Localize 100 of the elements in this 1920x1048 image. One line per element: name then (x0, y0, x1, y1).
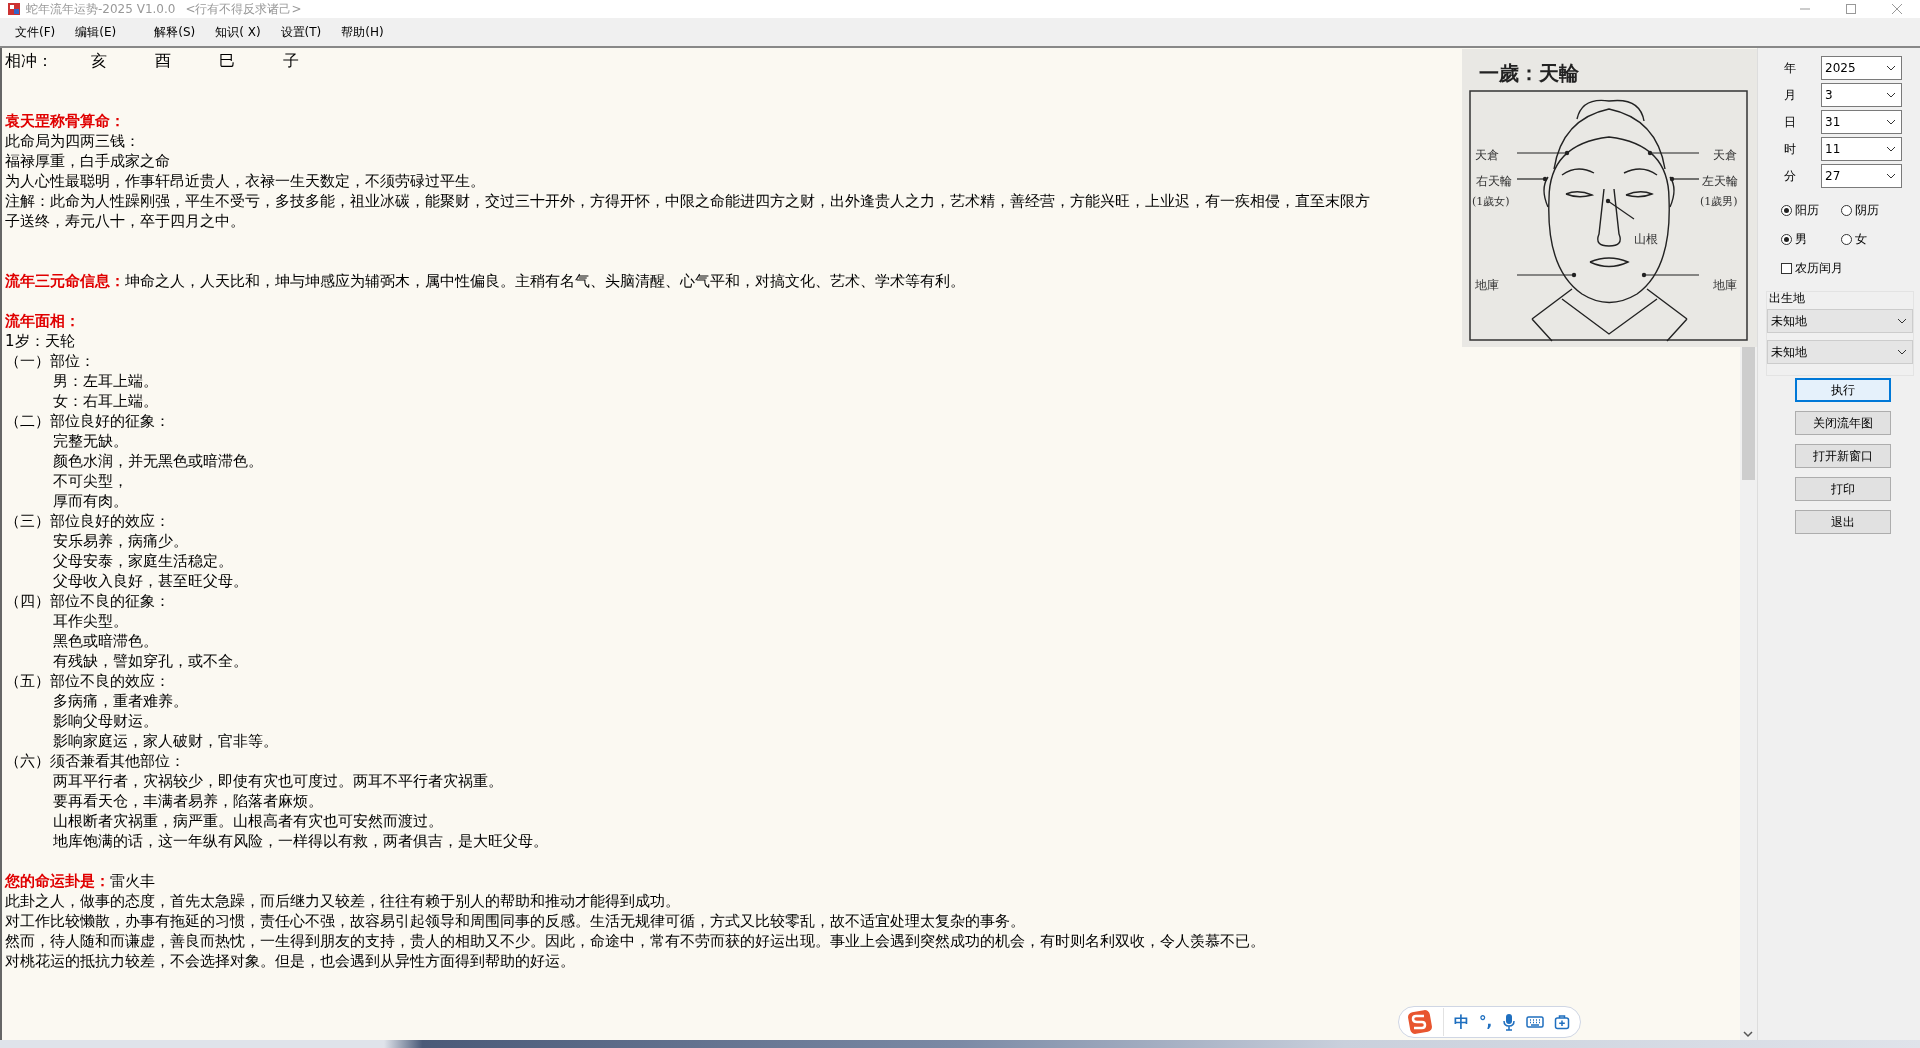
dropdown[interactable]: 11 (1821, 137, 1902, 161)
branch-text: 巳 (219, 51, 236, 71)
action-button[interactable]: 打印 (1795, 477, 1891, 501)
caret-icon (1886, 146, 1896, 152)
text-line: 此命局为四两三钱： (5, 131, 140, 151)
caret-icon (1886, 173, 1896, 179)
text-line: （一）部位： (5, 351, 95, 371)
section-heading: 流年三元命信息： (5, 272, 125, 290)
radio-button[interactable] (1781, 234, 1792, 245)
action-button[interactable]: 打开新窗口 (1795, 444, 1891, 468)
action-button[interactable]: 关闭流年图 (1795, 411, 1891, 435)
radio-button[interactable] (1841, 234, 1852, 245)
dropdown[interactable]: 未知地 (1767, 309, 1913, 333)
app-icon (8, 3, 20, 15)
chart-label: (1歲女) (1472, 195, 1510, 208)
menu-item[interactable]: 文件(F) (8, 21, 63, 43)
section-heading: 您的命运卦是： (5, 872, 110, 890)
text-line: 对工作比较懒散，办事有拖延的习惯，责任心不强，故容易引起领导和周围同事的反感。生活无规律可循，方式又比较零乱，故不适宜处理太复杂的事务。 (5, 911, 1025, 931)
leader-line (1669, 176, 1700, 182)
window-title: 蛇年流年运势-2025 V1.0.0 (26, 0, 176, 18)
menu-item[interactable]: 编辑(E) (68, 21, 124, 43)
text-line: 女：右耳上端。 (53, 391, 158, 411)
text-line: 1岁：天轮 (5, 331, 75, 351)
text-line: 坤命之人，人天比和，坤与坤感应为辅弼木，属中性偏良。主稍有名气、头脑清醒、心气平和，对搞文化、艺术、学术等有利。 (125, 272, 965, 290)
text-line: 耳作尖型。 (53, 611, 128, 631)
chart-label: 左天輪 (1702, 174, 1738, 188)
punctuation-mode[interactable]: °, (1479, 1013, 1493, 1031)
text-line: 此卦之人，做事的态度，首先太急躁，而后继力又较差，往往有赖于别人的帮助和推动才能得到成功。 (5, 891, 680, 911)
text-line: 有残缺，譬如穿孔，或不全。 (53, 651, 248, 671)
caret-icon (1886, 92, 1896, 98)
text-line: （六）须否兼看其他部位： (5, 751, 185, 771)
caret-icon (1886, 119, 1896, 125)
text-line: 子送终，寿元八十，卒于四月之中。 (5, 211, 245, 231)
scroll-down-icon[interactable] (1743, 1030, 1753, 1038)
text-line: 不可尖型， (53, 471, 128, 491)
radio-button[interactable] (1781, 205, 1792, 216)
menu-item[interactable]: 解释(S) (147, 21, 203, 43)
branch-text: 酉 (155, 51, 172, 71)
section-heading: 袁天罡称骨算命： (5, 112, 125, 130)
action-button[interactable]: 执行 (1795, 378, 1891, 402)
text-line: 对桃花运的抵抗力较差，不会选择对象。但是，也会遇到从异性方面得到帮助的好运。 (5, 951, 575, 971)
checkbox-label: 农历闰月 (1795, 260, 1843, 277)
text-line: 厚而有肉。 (53, 491, 128, 511)
text-line: 山根断者灾祸重，病严重。山根高者有灾也可安然而渡过。 (53, 811, 443, 831)
text-line: 为人心性最聪明，作事轩昂近贵人，衣禄一生天数定，不须劳碌过平生。 (5, 171, 485, 191)
radio-button[interactable] (1841, 205, 1852, 216)
text-line: 父母收入良好，甚至旺父母。 (53, 571, 248, 591)
text-line: 然而，待人随和而谦虚，善良而热忱，一生得到朋友的支持，贵人的相助又不少。因此，命途中，常有不劳而获的好运出现。事业上会遇到突然成功的机会，有时则名利双收，令人羡慕不已。 (5, 931, 1265, 951)
dropdown-value: 31 (1825, 115, 1841, 129)
chart-label: 右天輪 (1476, 174, 1512, 188)
microphone-icon[interactable] (1502, 1013, 1517, 1031)
text-line: 男：左耳上端。 (53, 371, 158, 391)
text-line: 影响家庭运，家人破财，官非等。 (53, 731, 278, 751)
text-line: （二）部位良好的征象： (5, 411, 170, 431)
field-label: 月 (1784, 86, 1797, 104)
branch-text: 亥 (91, 51, 108, 71)
window-subtitle: <行有不得反求诸己> (185, 0, 302, 18)
close-icon[interactable] (1890, 2, 1904, 16)
toolbox-icon[interactable] (1554, 1014, 1571, 1030)
dropdown-value: 未知地 (1771, 312, 1807, 330)
scrollbar-thumb[interactable] (1742, 347, 1755, 480)
text-line: 父母安泰，家庭生活稳定。 (53, 551, 233, 571)
maximize-icon[interactable] (1844, 2, 1858, 16)
dropdown[interactable]: 27 (1821, 164, 1902, 188)
radio-label: 男 (1795, 231, 1807, 248)
caret-icon (1897, 349, 1907, 355)
dropdown-value: 11 (1825, 142, 1841, 156)
field-label: 年 (1784, 59, 1797, 77)
chart-label: (1歲男) (1700, 195, 1738, 208)
checkbox[interactable] (1781, 263, 1792, 274)
leader-line (1641, 272, 1700, 278)
dropdown[interactable]: 2025 (1821, 56, 1902, 80)
dropdown[interactable]: 31 (1821, 110, 1902, 134)
text-line: 两耳平行者，灾祸较少，即使有灾也可度过。两耳不平行者灾祸重。 (53, 771, 503, 791)
leader-line (1647, 150, 1700, 156)
label-text: 相冲： (5, 51, 54, 71)
menu-item[interactable]: 设置(T) (273, 21, 329, 43)
scrollbar[interactable] (1740, 347, 1757, 1040)
text-line: 要再看天仓，丰满者易养，陷落者麻烦。 (53, 791, 323, 811)
dropdown-value: 未知地 (1771, 343, 1807, 361)
text-line: （三）部位良好的效应： (5, 511, 170, 531)
leader-line (1516, 150, 1570, 156)
dropdown[interactable]: 3 (1821, 83, 1902, 107)
dropdown[interactable]: 未知地 (1767, 340, 1913, 364)
menu-item[interactable]: 帮助(H) (334, 21, 391, 43)
keyboard-icon[interactable] (1526, 1015, 1545, 1029)
menu-item[interactable]: 知识( X) (208, 21, 268, 43)
action-button[interactable]: 退出 (1795, 510, 1891, 534)
dropdown-value: 2025 (1825, 61, 1856, 75)
input-mode[interactable]: 中 (1454, 1012, 1469, 1032)
text-line: 福禄厚重，白手成家之命 (5, 151, 170, 171)
leader-line (1516, 272, 1577, 278)
leader-line (1516, 176, 1548, 182)
field-label: 分 (1784, 167, 1797, 185)
text-line: （四）部位不良的征象： (5, 591, 170, 611)
field-label: 时 (1784, 140, 1797, 158)
dropdown-value: 27 (1825, 169, 1841, 183)
input-method-logo[interactable] (1407, 1009, 1433, 1035)
text-line: 雷火丰 (110, 872, 155, 890)
text-line: 黑色或暗滞色。 (53, 631, 158, 651)
